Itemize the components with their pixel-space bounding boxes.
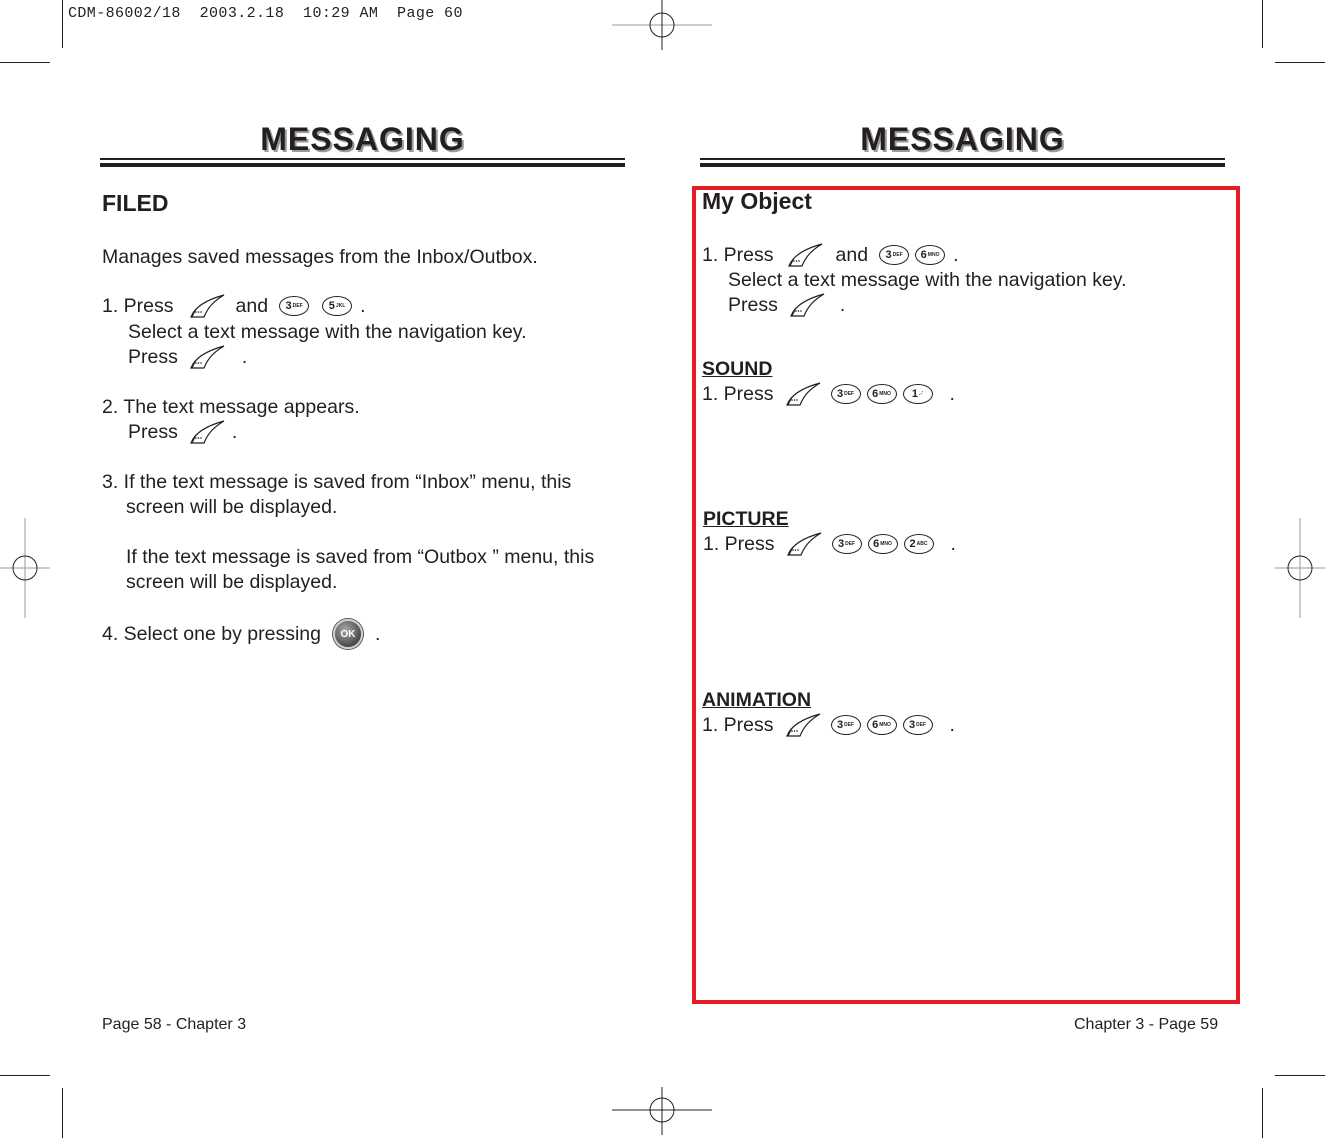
left-step-3-line2: screen will be displayed. bbox=[126, 496, 338, 518]
step-text: 1. Press bbox=[702, 243, 774, 266]
title-rule-thick bbox=[100, 163, 625, 167]
left-step-3-line4: screen will be displayed. bbox=[126, 571, 338, 593]
left-step-4: 4. Select one by pressing OK . bbox=[102, 619, 380, 649]
step-text: . bbox=[231, 420, 238, 443]
picture-step: 1. Press 3 DEF 6 MNO 2 ABC . bbox=[703, 531, 956, 557]
subsection-heading-animation: ANIMATION bbox=[702, 689, 812, 711]
right-step-1-line2: Select a text message with the navigatio… bbox=[728, 269, 1127, 291]
step-text: and bbox=[235, 294, 269, 317]
key-6-icon: 6 MNO bbox=[867, 534, 898, 554]
step-text: . bbox=[949, 713, 955, 736]
softkey-icon bbox=[188, 344, 226, 370]
registration-mark-left bbox=[0, 518, 50, 618]
title-rule-thin bbox=[700, 158, 1225, 160]
crop-mark bbox=[62, 0, 63, 48]
page-footer-right: Chapter 3 - Page 59 bbox=[1074, 1016, 1219, 1033]
key-6-icon: 6 MNO bbox=[866, 384, 897, 404]
print-slug: CDM-86002/18 2003.2.18 10:29 AM Page 60 bbox=[68, 5, 463, 22]
softkey-icon bbox=[188, 293, 226, 319]
registration-mark-top bbox=[612, 0, 712, 50]
registration-mark-bottom bbox=[612, 1087, 712, 1135]
crop-mark bbox=[1262, 0, 1263, 48]
crop-mark bbox=[1262, 1088, 1263, 1138]
step-text: . bbox=[949, 382, 955, 405]
key-3-icon: 3 DEF bbox=[879, 245, 910, 265]
title-rule-thick bbox=[700, 163, 1225, 167]
step-text: 4. Select one by pressing bbox=[102, 622, 321, 645]
step-text: . bbox=[950, 532, 956, 555]
left-step-1: 1. Press and 3 DEF 5 JKL . bbox=[102, 293, 366, 319]
left-step-1-line2: Select a text message with the navigatio… bbox=[128, 321, 527, 343]
step-text: and bbox=[835, 243, 869, 266]
title-rule-thin bbox=[100, 158, 625, 160]
key-2-icon: 2 ABC bbox=[903, 534, 934, 554]
key-3-icon: 3 DEF bbox=[902, 715, 933, 735]
step-text: . bbox=[360, 294, 366, 317]
step-text: Press bbox=[728, 293, 778, 316]
step-text: . bbox=[241, 345, 248, 368]
step-text: . bbox=[374, 622, 381, 645]
intro-text: Manages saved messages from the Inbox/Ou… bbox=[102, 246, 538, 268]
key-1-icon: 1 .-' bbox=[902, 384, 933, 404]
section-heading-filed: FILED bbox=[102, 190, 169, 216]
softkey-icon bbox=[784, 381, 822, 407]
left-step-2-line2: Press . bbox=[128, 419, 237, 445]
right-step-1: 1. Press and 3 DEF 6 MNO . bbox=[702, 242, 959, 268]
left-step-2-line1: 2. The text message appears. bbox=[102, 396, 360, 418]
step-text: . bbox=[953, 243, 959, 266]
left-step-3-line1: 3. If the text message is saved from “In… bbox=[102, 471, 572, 493]
page-title-left: MESSAGING bbox=[260, 121, 465, 157]
registration-mark-right bbox=[1275, 518, 1325, 618]
step-text: Press bbox=[128, 345, 178, 368]
key-3-icon: 3 DEF bbox=[831, 534, 862, 554]
subsection-heading-picture: PICTURE bbox=[703, 508, 789, 530]
key-3-icon: 3 DEF bbox=[279, 296, 310, 316]
left-step-1-line3: Press . bbox=[128, 344, 247, 370]
step-text: 1. Press bbox=[702, 713, 774, 736]
step-text: 1. Press bbox=[702, 382, 774, 405]
crop-mark bbox=[62, 1088, 63, 1138]
section-heading-my-object: My Object bbox=[702, 188, 812, 214]
softkey-icon bbox=[188, 419, 226, 445]
ok-button-icon: OK bbox=[332, 619, 363, 649]
sound-step: 1. Press 3 DEF 6 MNO 1 .-' . bbox=[702, 381, 955, 407]
animation-step: 1. Press 3 DEF 6 MNO 3 DEF . bbox=[702, 712, 955, 738]
key-6-icon: 6 MNO bbox=[915, 245, 946, 265]
page-title-right: MESSAGING bbox=[860, 121, 1065, 157]
softkey-icon bbox=[785, 531, 823, 557]
page-footer-left: Page 58 - Chapter 3 bbox=[102, 1016, 247, 1033]
step-text: 1. Press bbox=[703, 532, 775, 555]
softkey-icon bbox=[788, 292, 826, 318]
step-text: Press bbox=[128, 420, 178, 443]
step-text: . bbox=[839, 293, 846, 316]
key-6-icon: 6 MNO bbox=[866, 715, 897, 735]
key-3-icon: 3 DEF bbox=[830, 715, 861, 735]
right-step-1-line3: Press . bbox=[728, 292, 845, 318]
crop-mark bbox=[1275, 1075, 1325, 1076]
key-5-icon: 5 JKL bbox=[322, 296, 353, 316]
softkey-icon bbox=[784, 712, 822, 738]
softkey-icon bbox=[786, 242, 824, 268]
key-3-icon: 3 DEF bbox=[830, 384, 861, 404]
crop-mark bbox=[1275, 62, 1325, 63]
left-step-3-line3: If the text message is saved from “Outbo… bbox=[126, 546, 595, 568]
step-text: 1. Press bbox=[102, 294, 174, 317]
subsection-heading-sound: SOUND bbox=[702, 358, 773, 380]
crop-mark bbox=[0, 1075, 50, 1076]
crop-mark bbox=[0, 62, 50, 63]
